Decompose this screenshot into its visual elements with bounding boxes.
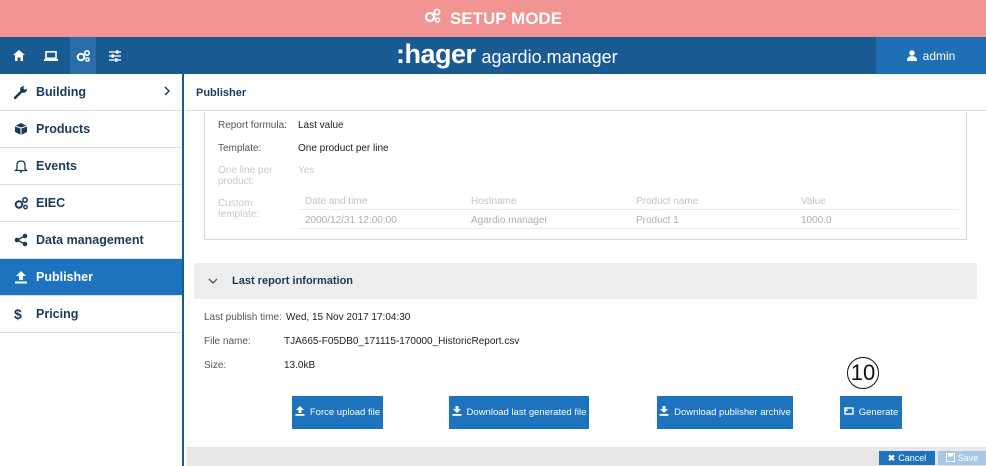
gears-icon	[14, 196, 36, 210]
dollar-icon: $	[14, 306, 22, 322]
footer-bar	[186, 447, 986, 466]
hager-logo: :hager	[396, 39, 476, 69]
size-value: 13.0kB	[284, 360, 316, 371]
sidebar-item-label: Data management	[36, 233, 144, 247]
report-formula-label: Report formula:	[218, 120, 287, 131]
sidebar: Building Products Events EIEC Data manag…	[0, 74, 184, 466]
top-nav-icons	[0, 37, 128, 74]
gears-icon	[424, 8, 442, 29]
one-line-label: One line per product:	[218, 165, 273, 187]
file-name-value: TJA665-F05DB0_171115-170000_HistoricRepo…	[284, 336, 520, 347]
user-menu-button[interactable]: admin	[876, 37, 986, 74]
sidebar-item-products[interactable]: Products	[0, 111, 182, 148]
sidebar-item-label: Pricing	[36, 307, 79, 321]
laptop-icon[interactable]	[38, 37, 64, 74]
cancel-button[interactable]: ✖ Cancel	[879, 451, 935, 465]
brand-logo: :hager agardio.manager	[396, 39, 618, 70]
sidebar-item-label: EIEC	[36, 196, 66, 210]
download-icon	[659, 406, 669, 419]
main-content: Publisher Report formula: Last value Tem…	[186, 74, 986, 466]
table-cell: Product 1	[636, 215, 679, 226]
template-value: One product per line	[298, 143, 389, 154]
size-label: Size:	[204, 360, 227, 371]
one-line-value: Yes	[298, 165, 315, 176]
top-navigation-bar: :hager agardio.manager admin	[0, 37, 986, 74]
sidebar-item-events[interactable]: Events	[0, 148, 182, 185]
publish-time-label: Last publish time:	[204, 312, 282, 323]
sidebar-item-label: Publisher	[36, 270, 93, 284]
home-icon[interactable]	[6, 37, 32, 74]
sidebar-item-label: Building	[36, 85, 86, 99]
wrench-icon	[14, 85, 36, 99]
download-last-file-button[interactable]: Download last generated file	[449, 396, 589, 429]
custom-template-label: Custom template:	[218, 198, 260, 220]
template-label: Template:	[218, 143, 262, 154]
sidebar-item-eiec[interactable]: EIEC	[0, 185, 182, 222]
setup-gears-icon[interactable]	[70, 37, 96, 74]
table-header: Date and time Hostname Product name Valu…	[299, 191, 959, 210]
setup-mode-title: SETUP MODE	[449, 8, 563, 28]
sidebar-item-publisher[interactable]: Publisher	[0, 259, 182, 296]
force-upload-button[interactable]: Force upload file	[292, 396, 383, 429]
sidebar-item-pricing[interactable]: $ Pricing	[0, 296, 182, 333]
cancel-label: Cancel	[898, 453, 927, 463]
share-icon	[14, 233, 36, 247]
save-button[interactable]: Save	[938, 451, 986, 465]
sliders-icon[interactable]	[102, 37, 128, 74]
upload-icon	[14, 270, 36, 284]
user-name: admin	[922, 48, 956, 63]
table-cell: 1000.0	[801, 215, 832, 226]
download-archive-label: Download publisher archive	[674, 407, 791, 418]
column-header: Date and time	[305, 196, 368, 207]
last-report-section-title: Last report information	[232, 275, 354, 287]
file-name-label: File name:	[204, 336, 251, 347]
upload-icon	[295, 406, 305, 419]
force-upload-label: Force upload file	[309, 407, 381, 418]
step-callout: 10	[847, 357, 879, 389]
download-icon	[452, 406, 462, 419]
page-title: Publisher	[186, 74, 986, 111]
last-report-section-header[interactable]: Last report information	[194, 263, 977, 299]
user-icon	[906, 50, 917, 61]
bell-icon	[14, 159, 36, 173]
generate-button[interactable]: Generate	[840, 396, 902, 429]
save-label: Save	[957, 453, 979, 463]
download-last-file-label: Download last generated file	[466, 407, 587, 418]
column-header: Product name	[636, 196, 699, 207]
custom-template-table: Date and time Hostname Product name Valu…	[299, 191, 959, 229]
product-name: agardio.manager	[481, 47, 618, 67]
table-cell: Agardio.manager	[471, 215, 548, 226]
sidebar-item-building[interactable]: Building	[0, 74, 182, 111]
publisher-config-panel: Report formula: Last value Template: One…	[204, 112, 967, 240]
report-formula-value: Last value	[298, 120, 344, 131]
download-archive-button[interactable]: Download publisher archive	[657, 396, 793, 429]
column-header: Hostname	[471, 196, 517, 207]
publish-time-value: Wed, 15 Nov 2017 17:04:30	[286, 312, 411, 323]
close-icon: ✖	[887, 452, 896, 463]
sidebar-item-data-management[interactable]: Data management	[0, 222, 182, 259]
chevron-right-icon	[164, 85, 170, 99]
sidebar-item-label: Events	[36, 159, 77, 173]
chevron-down-icon	[208, 275, 218, 287]
refresh-icon	[843, 406, 854, 419]
sidebar-item-label: Products	[36, 122, 91, 136]
table-row: 2000/12/31 12:00:00 Agardio.manager Prod…	[299, 210, 959, 229]
cube-icon	[14, 122, 36, 136]
table-cell: 2000/12/31 12:00:00	[305, 215, 397, 226]
generate-label: Generate	[858, 407, 899, 418]
column-header: Value	[801, 196, 826, 207]
floppy-icon	[945, 452, 955, 464]
setup-mode-banner: SETUP MODE	[0, 0, 986, 37]
